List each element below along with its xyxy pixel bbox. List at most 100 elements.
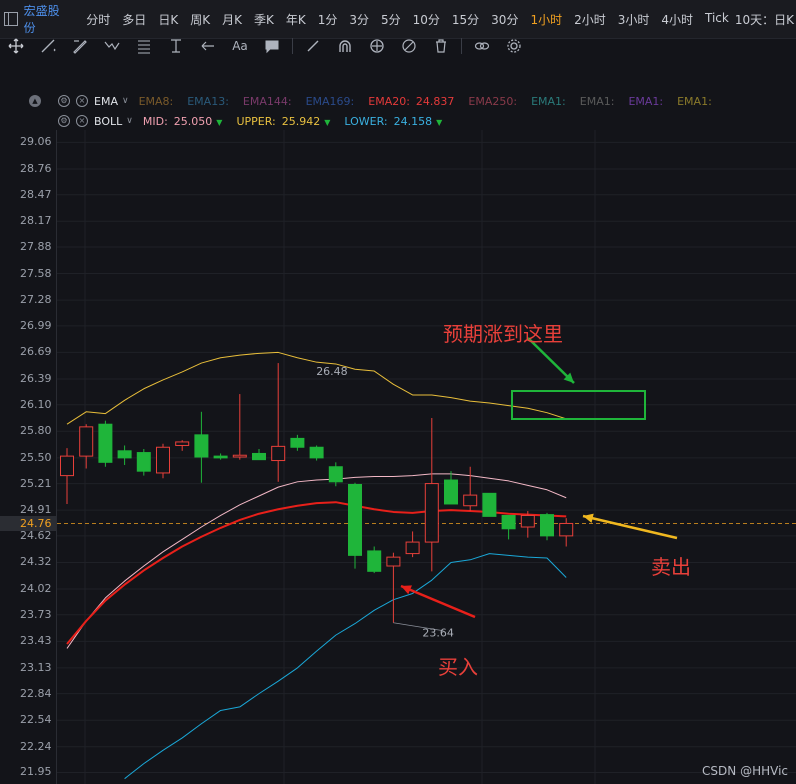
candle-body[interactable] xyxy=(194,434,209,458)
timeframe-17[interactable]: Tick xyxy=(705,11,729,28)
chevron-down-icon[interactable]: ∨ xyxy=(126,116,133,126)
comment-icon[interactable] xyxy=(261,37,283,55)
arrow-icon[interactable] xyxy=(197,37,219,55)
candle-body[interactable] xyxy=(213,455,228,459)
candle-body[interactable] xyxy=(463,494,478,507)
boll-item-label: MID: xyxy=(142,114,168,128)
expected-target-label: 预期涨到这里 xyxy=(443,322,563,346)
ten-day-daily-button[interactable]: 10天：日K xyxy=(735,11,794,28)
ema-item-label: EMA13: xyxy=(187,94,229,108)
candle-body[interactable] xyxy=(290,437,305,448)
ruler-icon[interactable] xyxy=(302,37,324,55)
timeframe-4[interactable]: 月K xyxy=(222,11,242,28)
y-tick-label: 22.24 xyxy=(20,739,52,753)
y-tick-label: 26.99 xyxy=(20,318,52,332)
timeframe-7[interactable]: 1分 xyxy=(318,11,338,28)
ema-settings-icon[interactable]: ⚙ xyxy=(58,95,70,107)
boll-name[interactable]: BOLL xyxy=(94,115,122,128)
y-tick-label: 26.39 xyxy=(20,372,52,386)
fib-icon[interactable] xyxy=(133,37,155,55)
candle-body[interactable] xyxy=(60,455,74,477)
hide-icon[interactable] xyxy=(398,37,420,55)
magnet-icon[interactable] xyxy=(334,37,356,55)
caret-down-icon[interactable]: ▼ xyxy=(216,118,222,127)
candle-body[interactable] xyxy=(175,441,190,446)
boll-item-1: UPPER: 25.942 ▼ xyxy=(236,115,330,128)
timeframe-2[interactable]: 日K xyxy=(158,11,178,28)
y-tick-label: 25.21 xyxy=(20,476,52,490)
candle-body[interactable] xyxy=(232,454,247,458)
ema-item-1: EMA13: xyxy=(187,95,229,108)
settings-icon[interactable] xyxy=(503,37,525,55)
trash-icon[interactable] xyxy=(430,37,452,55)
sell-arrow[interactable] xyxy=(582,514,678,540)
candle-body[interactable] xyxy=(540,514,554,537)
candlestick-chart[interactable]: 26.48 23.64 xyxy=(57,130,796,784)
candle-body[interactable] xyxy=(482,492,497,517)
move-icon[interactable] xyxy=(5,37,27,55)
y-tick-label: 22.84 xyxy=(20,686,52,700)
candle-body[interactable] xyxy=(386,556,401,567)
candle-body[interactable] xyxy=(559,522,574,537)
y-tick-label: 26.10 xyxy=(20,397,52,411)
candle-body[interactable] xyxy=(98,423,113,463)
boll-settings-icon[interactable]: ⚙ xyxy=(58,115,70,127)
candle-body[interactable] xyxy=(405,541,420,555)
candle-body[interactable] xyxy=(136,452,151,472)
candle-body[interactable] xyxy=(501,514,516,530)
timeframe-12[interactable]: 30分 xyxy=(491,11,518,28)
timeframe-3[interactable]: 周K xyxy=(190,11,210,28)
timeframe-5[interactable]: 季K xyxy=(254,11,274,28)
candle-body[interactable] xyxy=(79,426,94,457)
candle-body[interactable] xyxy=(424,483,439,543)
y-tick-label: 28.76 xyxy=(20,161,52,175)
candle-body[interactable] xyxy=(367,550,382,572)
candle-body[interactable] xyxy=(271,445,286,462)
ema-item-label: EMA144: xyxy=(242,94,292,108)
ema-close-icon[interactable]: × xyxy=(76,95,88,107)
pen-icon[interactable] xyxy=(69,37,91,55)
text-position-icon[interactable] xyxy=(165,37,187,55)
high-point-label: 26.48 xyxy=(316,365,348,378)
link-icon[interactable] xyxy=(471,37,493,55)
timeframe-10[interactable]: 10分 xyxy=(413,11,440,28)
ema-item-7: EMA1: xyxy=(580,95,615,108)
ema-item-label: EMA1: xyxy=(628,94,664,108)
candle-body[interactable] xyxy=(156,446,170,474)
ema-item-5: EMA250: xyxy=(468,95,517,108)
candle-body[interactable] xyxy=(117,450,132,459)
timeframe-0[interactable]: 分时 xyxy=(86,11,110,28)
timeframe-11[interactable]: 15分 xyxy=(452,11,479,28)
line-icon[interactable] xyxy=(37,37,59,55)
candle-body[interactable] xyxy=(444,479,458,505)
timeframe-1[interactable]: 多日 xyxy=(122,11,146,28)
collapse-indicators-icon[interactable]: ▲ xyxy=(29,95,41,107)
ema-name[interactable]: EMA xyxy=(94,95,118,108)
candle-body[interactable] xyxy=(252,452,266,461)
zigzag-icon[interactable] xyxy=(101,37,123,55)
lock-drawing-icon[interactable] xyxy=(366,37,388,55)
boll-item-label: UPPER: xyxy=(236,114,276,128)
caret-down-icon[interactable]: ▼ xyxy=(324,118,330,127)
panel-toggle-icon[interactable] xyxy=(4,12,18,26)
price-axis[interactable]: 29.06 28.76 28.47 28.17 27.88 27.58 27.28 26.99… xyxy=(0,130,57,784)
drawing-toolbar: Aa xyxy=(0,32,796,60)
text-aa-icon[interactable]: Aa xyxy=(229,37,251,55)
y-tick-label: 28.47 xyxy=(20,187,52,201)
candle-body[interactable] xyxy=(328,466,343,483)
candle-body[interactable] xyxy=(309,446,324,459)
caret-down-icon[interactable]: ▼ xyxy=(436,118,442,127)
chevron-down-icon[interactable]: ∨ xyxy=(122,96,129,106)
timeframe-8[interactable]: 3分 xyxy=(349,11,369,28)
candle-body[interactable] xyxy=(520,514,535,528)
stock-name[interactable]: 宏盛股份 xyxy=(24,2,71,36)
timeframe-9[interactable]: 5分 xyxy=(381,11,401,28)
boll-close-icon[interactable]: × xyxy=(76,115,88,127)
timeframe-6[interactable]: 年K xyxy=(286,11,306,28)
timeframe-15[interactable]: 3小时 xyxy=(618,11,650,28)
timeframe-16[interactable]: 4小时 xyxy=(661,11,693,28)
timeframe-14[interactable]: 2小时 xyxy=(574,11,606,28)
buy-arrow[interactable] xyxy=(400,584,476,619)
candle-body[interactable] xyxy=(348,483,362,556)
timeframe-13[interactable]: 1小时 xyxy=(530,11,562,28)
